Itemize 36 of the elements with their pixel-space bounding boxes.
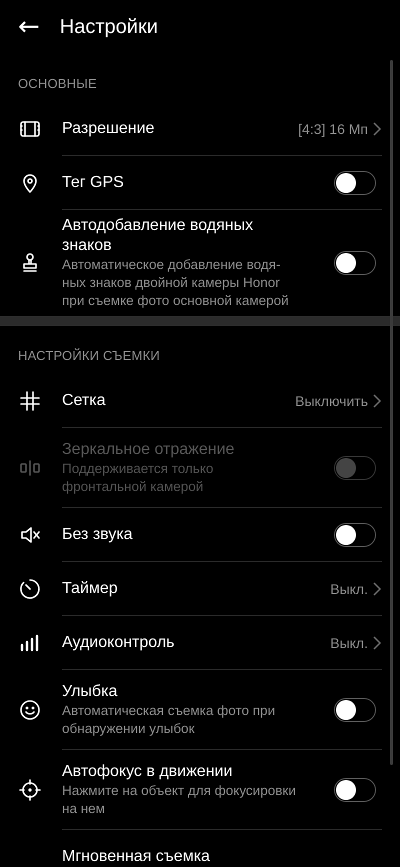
chevron-icon — [372, 580, 382, 596]
setting-label: Автодобавление водяных знаков — [62, 216, 254, 256]
back-button[interactable]: ← — [18, 14, 40, 40]
setting-label: Таймер — [62, 578, 119, 598]
setting-description: Автоматическое добавление водя- ных знаков двойной камеры Honor при съемке фото основной камерой — [62, 256, 290, 310]
toggle-switch[interactable] — [334, 698, 376, 722]
setting-label: Аудиоконтроль — [62, 632, 176, 652]
timer-icon — [18, 577, 42, 601]
page-title: Настройки — [60, 16, 158, 38]
setting-description: Нажмите на объект для фокусировки на нем — [62, 782, 297, 818]
setting-label: Разрешение — [62, 118, 156, 138]
setting-value: Выкл. — [330, 634, 368, 650]
setting-value: [4:3] 16 Мп — [298, 120, 368, 136]
setting-label: Тег GPS — [62, 172, 125, 192]
grid-icon — [18, 389, 42, 413]
setting-value: Выкл. — [330, 580, 368, 596]
setting-label: Мгновенная съемка — [62, 847, 211, 867]
section-title: ОСНОВНЫЕ — [17, 75, 98, 93]
setting-value: Выключить — [295, 392, 368, 408]
setting-description: Поддерживается только фронтальной камерой — [62, 460, 214, 496]
section-title: НАСТРОЙКИ СЪЕМКИ — [17, 347, 161, 365]
setting-label: Сетка — [62, 390, 106, 410]
setting-label: Зеркальное отражение — [62, 440, 236, 460]
toggle-switch[interactable] — [334, 778, 376, 802]
smiley-icon — [18, 698, 42, 722]
chevron-icon — [372, 392, 382, 408]
toggle-switch[interactable] — [334, 522, 376, 546]
toggle-switch[interactable] — [334, 170, 376, 194]
chevron-icon — [372, 634, 382, 650]
crosshair-icon — [18, 778, 42, 802]
setting-label: Автофокус в движении — [62, 762, 234, 782]
setting-label: Улыбка — [62, 682, 118, 702]
setting-label: Без звука — [62, 524, 134, 544]
setting-description: Автоматическая съемка фото при обнаружении улыбок — [62, 702, 276, 738]
chevron-icon — [372, 120, 382, 136]
toggle-switch[interactable] — [334, 251, 376, 275]
